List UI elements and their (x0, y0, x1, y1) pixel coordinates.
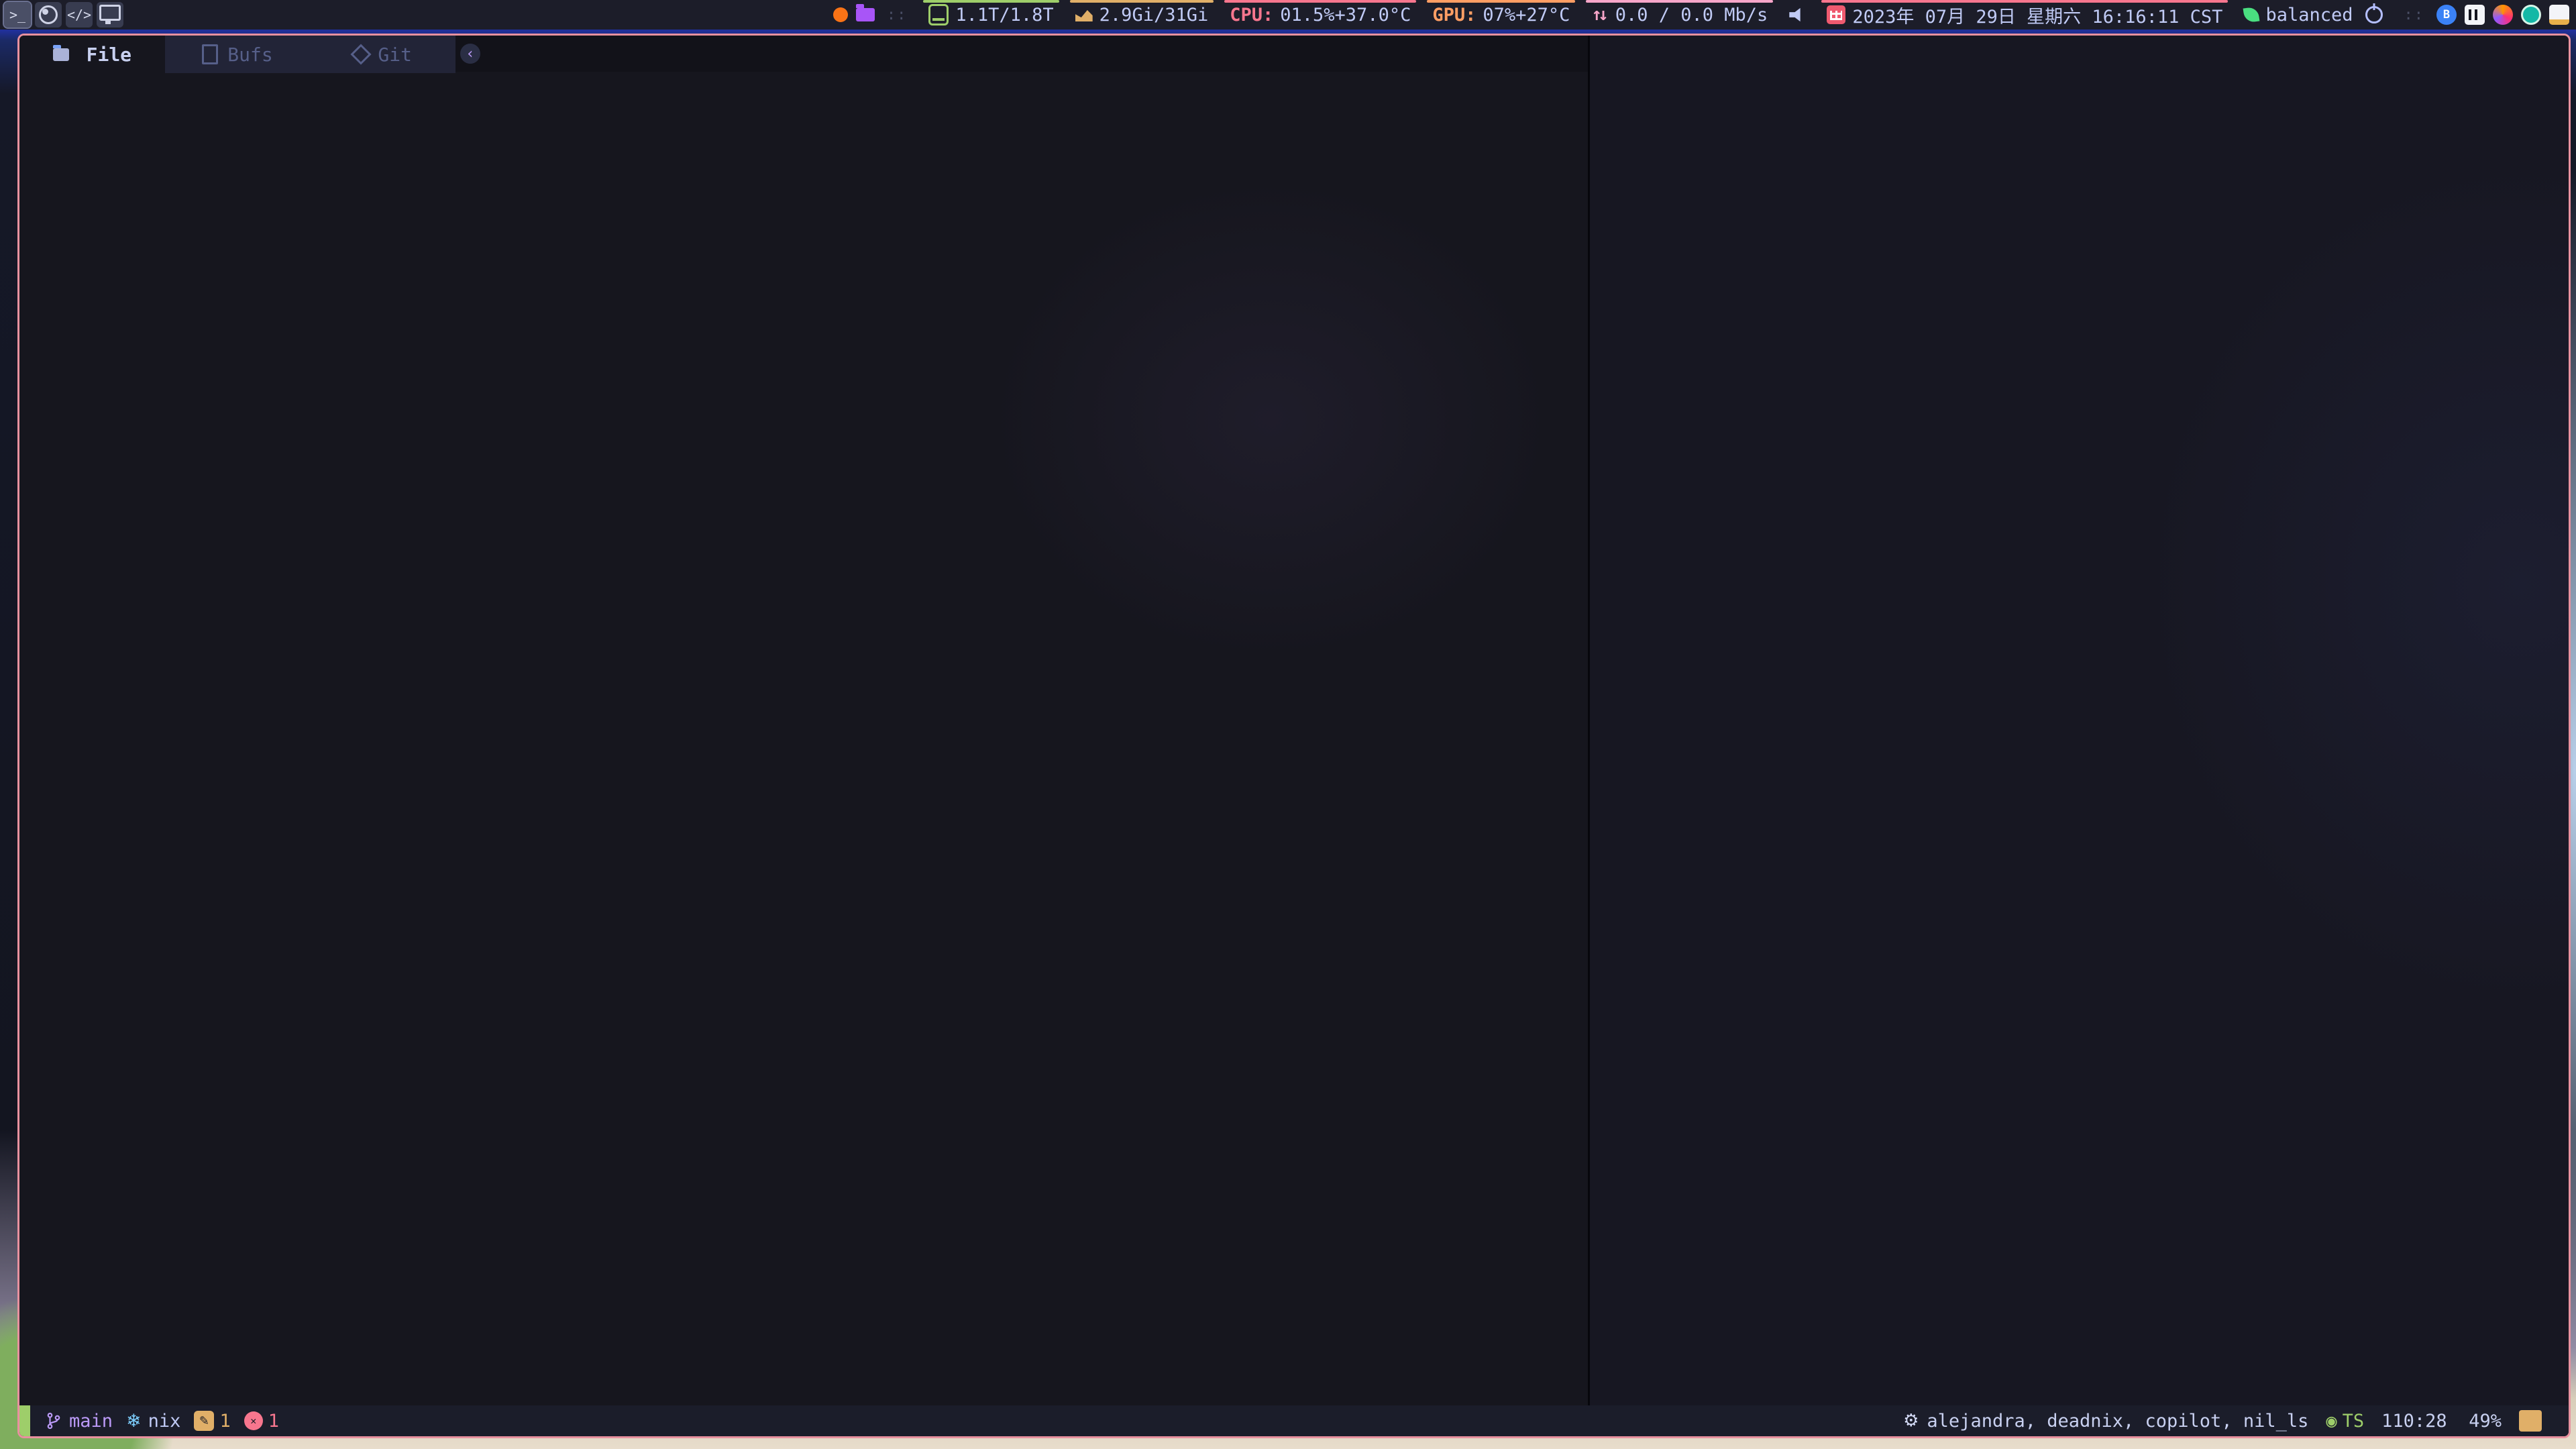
separator-dots: :: (2404, 7, 2425, 23)
folder-icon (53, 48, 69, 61)
workspace-code[interactable]: </> (66, 2, 93, 28)
disk-icon (928, 4, 949, 25)
terminal-icon: >_ (9, 7, 25, 23)
mode-indicator (19, 1405, 30, 1436)
app-green-icon[interactable] (2521, 5, 2541, 25)
fcitx-icon[interactable] (2549, 5, 2569, 25)
error-x-icon: ✕ (244, 1411, 263, 1430)
firefox-icon[interactable] (2493, 5, 2513, 25)
tray-right: :: B (2394, 0, 2576, 30)
statusline: main ❄ nix ✎ 1 ✕ 1 ⚙ alejandra, deadnix,… (19, 1405, 2569, 1436)
volume[interactable] (1778, 0, 1816, 30)
branch-icon (45, 1411, 62, 1431)
workspace-switcher: >_ </> (4, 2, 123, 28)
neovim-window: File Bufs Git ‹ (17, 34, 2571, 1438)
tray-left: :: (826, 0, 918, 30)
treesitter-indicator: ◉ TS (2326, 1411, 2364, 1432)
buffer-tabline: ‹ (455, 36, 1588, 72)
edit-count-badge: ✎ 1 (194, 1411, 230, 1432)
top-status-bar: >_ </> :: 1.1T/1.8T 2.9Gi/31Gi CPU: 01.5%… (0, 0, 2576, 30)
explorer-tabs: File Bufs Git (19, 36, 455, 73)
gear-icon: ⚙ (1903, 1411, 1919, 1431)
browser-icon (39, 5, 58, 24)
leaf-icon (2243, 7, 2260, 23)
network-stat: ↑↓ 0.0 / 0.0 Mb/s (1580, 0, 1778, 30)
status-dot-icon[interactable] (833, 7, 848, 22)
file-tree (19, 73, 455, 1405)
separator-dots: :: (887, 7, 908, 23)
buffer-picker-button[interactable]: ‹ (455, 36, 485, 72)
code-area[interactable] (455, 97, 1588, 1405)
desktop: >_ </> :: 1.1T/1.8T 2.9Gi/31Gi CPU: 01.5%… (0, 0, 2576, 1449)
nix-icon: ❄ (126, 1411, 142, 1432)
keyboard-icon[interactable] (2465, 5, 2485, 25)
ram-icon (1075, 8, 1093, 21)
workspace-browser[interactable] (35, 2, 62, 28)
workspace-monitor[interactable] (97, 2, 123, 28)
cursor-position: 110:28 49% (2381, 1411, 2502, 1432)
terminal-pane[interactable] (1588, 36, 2569, 1405)
lsp-clients: ⚙ alejandra, deadnix, copilot, nil_ls (1903, 1411, 2308, 1432)
bluetooth-icon[interactable]: B (2436, 5, 2457, 25)
git-branch: main (44, 1411, 113, 1432)
tab-bufs[interactable]: Bufs (165, 36, 311, 73)
disk-stat: 1.1T/1.8T (918, 0, 1064, 30)
filetype: ❄ nix (126, 1411, 180, 1432)
file-explorer-panel: File Bufs Git (19, 36, 455, 1405)
tab-file[interactable]: File (19, 36, 165, 73)
power-profile[interactable]: balanced (2233, 0, 2393, 30)
editor-pane: ‹ (455, 36, 1588, 1405)
progress-block (2519, 1410, 2542, 1432)
folder-tray-icon[interactable] (856, 8, 875, 21)
code-icon: </> (67, 7, 91, 23)
git-diamond-icon (351, 44, 372, 64)
clock: 2023年 07月 29日 星期六 16:16:11 CST (1816, 0, 2233, 30)
updown-arrows-icon: ↑↓ (1591, 5, 1604, 25)
gpu-stat: GPU: 07%+27°C (1421, 0, 1580, 30)
power-icon (2365, 6, 2383, 23)
monitor-icon (99, 5, 121, 21)
cpu-stat: CPU: 01.5%+37.0°C (1219, 0, 1421, 30)
error-count-badge: ✕ 1 (244, 1411, 279, 1432)
tab-git[interactable]: Git (310, 36, 455, 73)
pencil-icon: ✎ (194, 1411, 214, 1431)
picker-icon: ‹ (460, 44, 480, 64)
doc-icon (202, 44, 218, 64)
ram-stat: 2.9Gi/31Gi (1065, 0, 1220, 30)
breadcrumb (455, 72, 1588, 97)
speaker-icon (1789, 7, 1805, 23)
workspace-terminal[interactable]: >_ (4, 2, 31, 28)
calendar-icon (1827, 5, 1845, 24)
